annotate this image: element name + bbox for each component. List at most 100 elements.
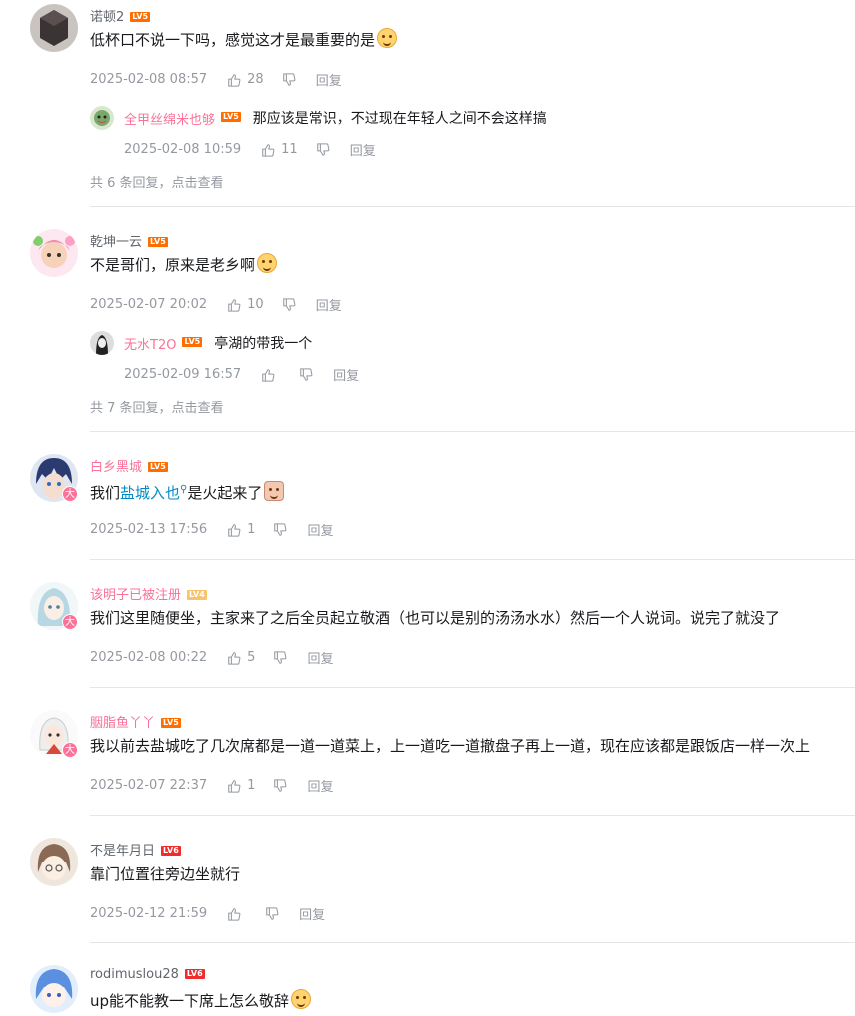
thumb-up-icon [228, 523, 241, 537]
dislike-button[interactable] [265, 906, 279, 921]
reply-meta: 2025-02-09 16:57 回复 [124, 365, 359, 384]
vip-badge: 大 [62, 742, 78, 758]
level-badge: LV5 [182, 337, 203, 347]
timestamp: 2025-02-08 10:59 [124, 142, 242, 157]
comment-meta: 2025-02-07 22:37 1 回复 [90, 776, 333, 795]
thumb-down-icon [274, 522, 287, 536]
divider [90, 559, 855, 560]
level-badge: LV6 [184, 968, 205, 979]
thumb-up-icon [262, 368, 275, 382]
username[interactable]: 诺顿2 LV5 [90, 6, 151, 25]
comment-text: 我以前去盐城吃了几次席都是一道一道菜上，上一道吃一道撤盘子再上一道，现在应该都是… [90, 737, 811, 755]
thumb-down-icon [300, 367, 313, 381]
like-button[interactable]: 5 [227, 650, 255, 665]
thumb-down-icon [274, 650, 287, 664]
comment-meta: 2025-02-13 17:56 1 回复 [90, 520, 333, 539]
comment-meta: 2025-02-07 20:02 10 回复 [90, 295, 342, 314]
thumb-down-icon [282, 72, 296, 86]
reply-button[interactable]: 回复 [307, 520, 333, 539]
comment-text: 不是哥们，原来是老乡啊 [90, 253, 278, 277]
thumb-up-icon [262, 143, 275, 157]
dislike-button[interactable] [273, 522, 287, 537]
reply-button[interactable]: 回复 [316, 70, 342, 89]
comment-text: 我们盐城入也⚲是火起来了 [90, 478, 285, 505]
avatar[interactable] [90, 106, 114, 130]
thumb-down-icon [316, 142, 330, 156]
dislike-button[interactable] [282, 297, 296, 312]
like-button[interactable]: 28 [227, 72, 264, 87]
username[interactable]: 全甲丝绵米也够 [124, 109, 215, 128]
reply-button[interactable]: 回复 [350, 140, 376, 159]
thumb-down-icon [282, 297, 296, 311]
avatar[interactable] [30, 229, 78, 277]
comment-text: 低杯口不说一下吗，感觉这才是最重要的是 [90, 28, 398, 52]
timestamp: 2025-02-09 16:57 [124, 367, 242, 382]
vip-badge: 大 [62, 614, 78, 630]
thumb-down-icon [266, 906, 279, 920]
reply-button[interactable]: 回复 [333, 365, 359, 384]
timestamp: 2025-02-07 20:02 [90, 297, 208, 312]
timestamp: 2025-02-07 22:37 [90, 778, 208, 793]
divider [90, 815, 855, 816]
dislike-button[interactable] [273, 778, 287, 793]
reply-meta: 2025-02-08 10:59 11 回复 [124, 140, 376, 159]
level-badge: LV4 [187, 589, 207, 600]
grin-emoji-icon [257, 253, 278, 273]
reply-text: 那应该是常识，不过现在年轻人之间不会这样搞 [252, 111, 547, 127]
view-more-replies[interactable]: 共 7 条回复，点击查看 [90, 397, 224, 416]
dislike-button[interactable] [299, 367, 313, 382]
thumb-up-icon [228, 907, 241, 921]
like-button[interactable] [227, 907, 247, 921]
username[interactable]: 该明子已被注册 LV4 [90, 584, 207, 603]
dislike-button[interactable] [282, 72, 296, 87]
username[interactable]: 无水T2O [124, 334, 176, 353]
view-more-replies[interactable]: 共 6 条回复，点击查看 [90, 172, 224, 191]
level-badge: LV5 [148, 461, 168, 472]
like-button[interactable]: 11 [261, 142, 298, 157]
avatar[interactable] [30, 965, 78, 1013]
laugh-emoji-icon [377, 28, 398, 48]
vip-badge: 大 [62, 486, 78, 502]
like-button[interactable]: 1 [227, 522, 255, 537]
timestamp: 2025-02-08 00:22 [90, 650, 208, 665]
username[interactable]: rodimuslou28 LV6 [90, 967, 205, 982]
dislike-button[interactable] [316, 142, 330, 157]
like-button[interactable]: 1 [227, 778, 255, 793]
timestamp: 2025-02-12 21:59 [90, 906, 208, 921]
level-badge: LV5 [221, 112, 241, 122]
username[interactable]: 乾坤一云 LV5 [90, 231, 168, 250]
thumb-down-icon [274, 778, 287, 792]
comment-meta: 2025-02-08 08:57 28 回复 [90, 70, 342, 89]
thumb-up-icon [228, 651, 241, 665]
search-link[interactable]: 盐城入也 [120, 484, 180, 502]
avatar[interactable] [30, 4, 78, 52]
username[interactable]: 不是年月日 LV6 [90, 840, 181, 859]
dislike-button[interactable] [273, 650, 287, 665]
level-badge: LV5 [130, 11, 151, 22]
grin-emoji-icon [291, 989, 312, 1009]
timestamp: 2025-02-08 08:57 [90, 72, 208, 87]
divider [90, 431, 855, 432]
reply-button[interactable]: 回复 [307, 776, 333, 795]
thumb-up-icon [228, 73, 241, 87]
reply-button[interactable]: 回复 [316, 295, 342, 314]
reply-button[interactable]: 回复 [307, 648, 333, 667]
thumb-up-icon [228, 779, 241, 793]
reply-button[interactable]: 回复 [299, 904, 325, 923]
comment-text: up能不能教一下席上怎么敬辞 [90, 989, 312, 1013]
comment-meta: 2025-02-12 21:59 回复 [90, 904, 325, 923]
pig-emoji-icon [264, 481, 285, 501]
avatar[interactable] [30, 838, 78, 886]
level-badge: LV6 [161, 845, 181, 856]
level-badge: LV5 [148, 236, 168, 247]
username[interactable]: 白乡黑城 LV5 [90, 456, 168, 475]
comment-text: 靠门位置往旁边坐就行 [90, 865, 241, 883]
like-button[interactable]: 10 [227, 297, 264, 312]
like-button[interactable] [261, 368, 281, 382]
comment-meta: 2025-02-08 00:22 5 回复 [90, 648, 333, 667]
avatar[interactable] [90, 331, 114, 355]
divider [90, 206, 855, 207]
username[interactable]: 胭脂鱼丫丫 LV5 [90, 712, 181, 731]
comment-text: 我们这里随便坐，主家来了之后全员起立敬酒（也可以是别的汤汤水水）然后一个人说词。… [90, 609, 781, 627]
divider [90, 942, 855, 943]
